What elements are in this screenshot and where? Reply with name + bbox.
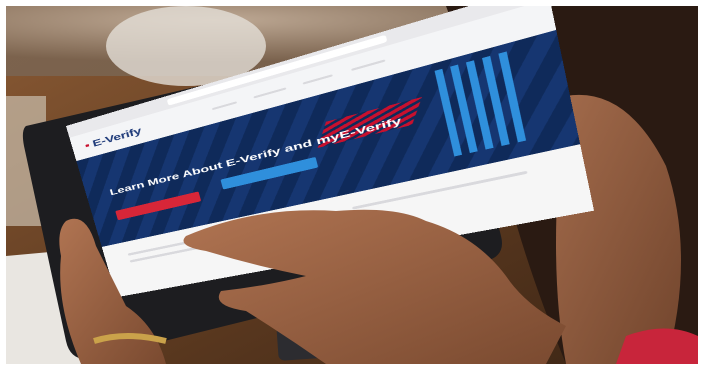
pointing-hand — [183, 209, 566, 364]
photo-frame: ▪ E-Verify Learn More About E-Verify and… — [6, 6, 698, 364]
hands-overlay — [59, 209, 566, 364]
holding-hand — [59, 218, 167, 364]
